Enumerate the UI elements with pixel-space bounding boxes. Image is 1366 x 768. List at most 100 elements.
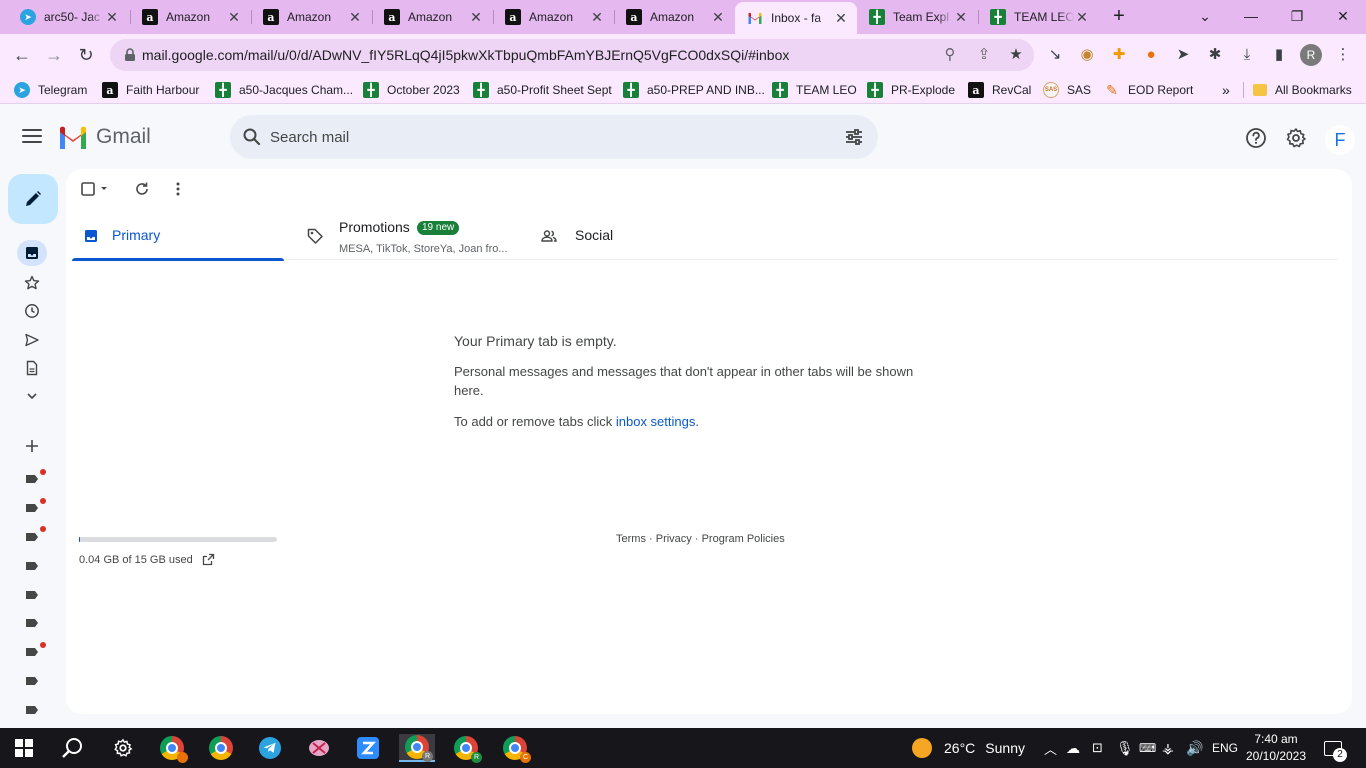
taskbar-chrome[interactable]: [154, 734, 190, 763]
taskbar-zoom[interactable]: [350, 734, 386, 762]
close-window-button[interactable]: ✕: [1320, 4, 1366, 28]
more-options-button[interactable]: [168, 179, 188, 199]
minimize-button[interactable]: —: [1228, 4, 1274, 28]
search-input[interactable]: [270, 125, 830, 149]
nav-label[interactable]: [18, 610, 46, 636]
help-icon[interactable]: [1245, 127, 1267, 149]
browser-tab-active[interactable]: Inbox - fa ✕: [735, 2, 857, 34]
search-filter-icon[interactable]: [844, 127, 864, 147]
all-bookmarks-button[interactable]: All Bookmarks: [1253, 81, 1352, 99]
tray-chevron-icon[interactable]: ︿: [1044, 728, 1057, 768]
select-all-checkbox[interactable]: [80, 179, 114, 199]
taskbar-clock[interactable]: 7:40 am 20/10/2023: [1234, 731, 1318, 765]
notifications-button[interactable]: 2: [1324, 728, 1347, 768]
extension-plus-icon[interactable]: ✚: [1110, 46, 1128, 64]
search-icon[interactable]: [242, 127, 262, 147]
bookmark-item[interactable]: ╋ TEAM LEO: [772, 81, 857, 99]
forward-button[interactable]: →: [42, 43, 66, 67]
terms-link[interactable]: Terms: [616, 533, 646, 545]
zoom-icon[interactable]: ⚲: [942, 47, 958, 63]
volume-icon[interactable]: 🔊: [1186, 728, 1203, 768]
bookmark-item[interactable]: a RevCal: [968, 81, 1031, 99]
privacy-link[interactable]: Privacy: [656, 533, 692, 545]
close-icon[interactable]: ✕: [104, 9, 120, 26]
camera-icon[interactable]: ⊡: [1092, 728, 1103, 768]
main-menu-icon[interactable]: [20, 125, 44, 149]
tab-primary[interactable]: Primary: [72, 213, 284, 261]
bookmark-item[interactable]: SAS SAS: [1043, 81, 1091, 99]
extension-honey-icon[interactable]: ◉: [1078, 46, 1096, 64]
nav-starred[interactable]: [18, 270, 46, 296]
reload-button[interactable]: ↻: [74, 43, 98, 67]
extension-circle-icon[interactable]: ●: [1142, 46, 1160, 64]
share-icon[interactable]: ⇪: [976, 47, 992, 63]
taskbar-search-button[interactable]: [54, 734, 90, 762]
bookmark-item[interactable]: ╋ a50-Jacques Cham...: [215, 81, 353, 99]
program-policies-link[interactable]: Program Policies: [702, 533, 785, 545]
nav-label[interactable]: [18, 697, 46, 723]
browser-tab[interactable]: a Amazon ✕: [493, 2, 613, 32]
account-avatar[interactable]: F: [1325, 125, 1355, 155]
taskbar-chrome[interactable]: R: [448, 734, 484, 763]
extension-arrow-icon[interactable]: ↘: [1046, 46, 1064, 64]
browser-tab[interactable]: a Amazon ✕: [251, 2, 371, 32]
bookmarks-overflow-button[interactable]: »: [1222, 81, 1230, 99]
close-icon[interactable]: ✕: [953, 9, 969, 26]
windows-start-button[interactable]: [6, 734, 42, 762]
bookmark-item[interactable]: a Faith Harbour: [102, 81, 199, 99]
bookmark-item[interactable]: ➤ Telegram: [14, 81, 87, 99]
settings-gear-icon[interactable]: [1285, 127, 1307, 149]
restore-button[interactable]: ❐: [1274, 4, 1320, 28]
extension-cursor-icon[interactable]: ➤: [1174, 46, 1192, 64]
taskbar-chrome[interactable]: [203, 734, 239, 762]
close-icon[interactable]: ✕: [468, 9, 484, 26]
create-label-button[interactable]: [18, 433, 46, 459]
new-tab-button[interactable]: +: [1108, 5, 1130, 27]
taskbar-chrome-active[interactable]: R: [399, 734, 435, 762]
open-external-icon[interactable]: [202, 553, 215, 566]
tab-promotions[interactable]: Promotions 19 new MESA, TikTok, StoreYa,…: [294, 213, 518, 260]
site-info-icon[interactable]: [122, 47, 138, 63]
browser-tab[interactable]: ╋ Team Expl ✕: [857, 2, 977, 32]
bookmark-star-icon[interactable]: ★: [1008, 47, 1024, 63]
extensions-puzzle-icon[interactable]: ✱: [1206, 46, 1224, 64]
weather-widget[interactable]: 26°C Sunny: [912, 728, 1025, 768]
download-icon[interactable]: ⤓: [1238, 46, 1256, 64]
close-icon[interactable]: ✕: [1074, 9, 1090, 26]
browser-tab[interactable]: a Amazon ✕: [614, 2, 734, 32]
network-icon[interactable]: ⚶: [1162, 728, 1174, 768]
nav-snoozed[interactable]: [18, 298, 46, 324]
browser-tab[interactable]: a Amazon ✕: [372, 2, 492, 32]
input-method-icon[interactable]: ⌨: [1139, 728, 1156, 768]
gmail-logo[interactable]: Gmail: [58, 125, 151, 149]
refresh-button[interactable]: [132, 179, 152, 199]
bookmark-item[interactable]: ╋ a50-Profit Sheet Sept: [473, 81, 612, 99]
browser-profile-avatar[interactable]: R: [1300, 44, 1322, 66]
bookmark-item[interactable]: ╋ October 2023: [363, 81, 460, 99]
close-icon[interactable]: ✕: [226, 9, 242, 26]
nav-sent[interactable]: [18, 327, 46, 353]
address-bar[interactable]: mail.google.com/mail/u/0/d/ADwNV_fIY5RLq…: [110, 39, 1034, 71]
side-panel-icon[interactable]: ▮: [1270, 46, 1288, 64]
tab-search-chevron-icon[interactable]: ⌄: [1182, 4, 1228, 28]
nav-drafts[interactable]: [18, 355, 46, 381]
bookmark-item[interactable]: ╋ a50-PREP AND INB...: [623, 81, 765, 99]
browser-tab[interactable]: a Amazon ✕: [130, 2, 250, 32]
browser-menu-icon[interactable]: ⋮: [1334, 46, 1352, 64]
bookmark-item[interactable]: ✎ EOD Report: [1104, 81, 1193, 99]
nav-inbox[interactable]: [17, 240, 47, 266]
browser-tab[interactable]: ╋ TEAM LEO ✕: [978, 2, 1098, 32]
nav-label[interactable]: [18, 582, 46, 608]
taskbar-settings[interactable]: [105, 734, 141, 762]
onedrive-icon[interactable]: ☁: [1066, 728, 1080, 768]
nav-more[interactable]: [18, 383, 46, 409]
taskbar-snipping-tool[interactable]: [301, 734, 337, 762]
browser-tab[interactable]: ➤ arc50- Jac ✕: [8, 2, 128, 32]
close-icon[interactable]: ✕: [833, 10, 849, 27]
nav-label[interactable]: [18, 553, 46, 579]
close-icon[interactable]: ✕: [589, 9, 605, 26]
close-icon[interactable]: ✕: [347, 9, 363, 26]
bookmark-item[interactable]: ╋ PR-Explode: [867, 81, 955, 99]
tab-social[interactable]: Social: [530, 213, 650, 260]
inbox-settings-link[interactable]: inbox settings: [616, 414, 696, 429]
